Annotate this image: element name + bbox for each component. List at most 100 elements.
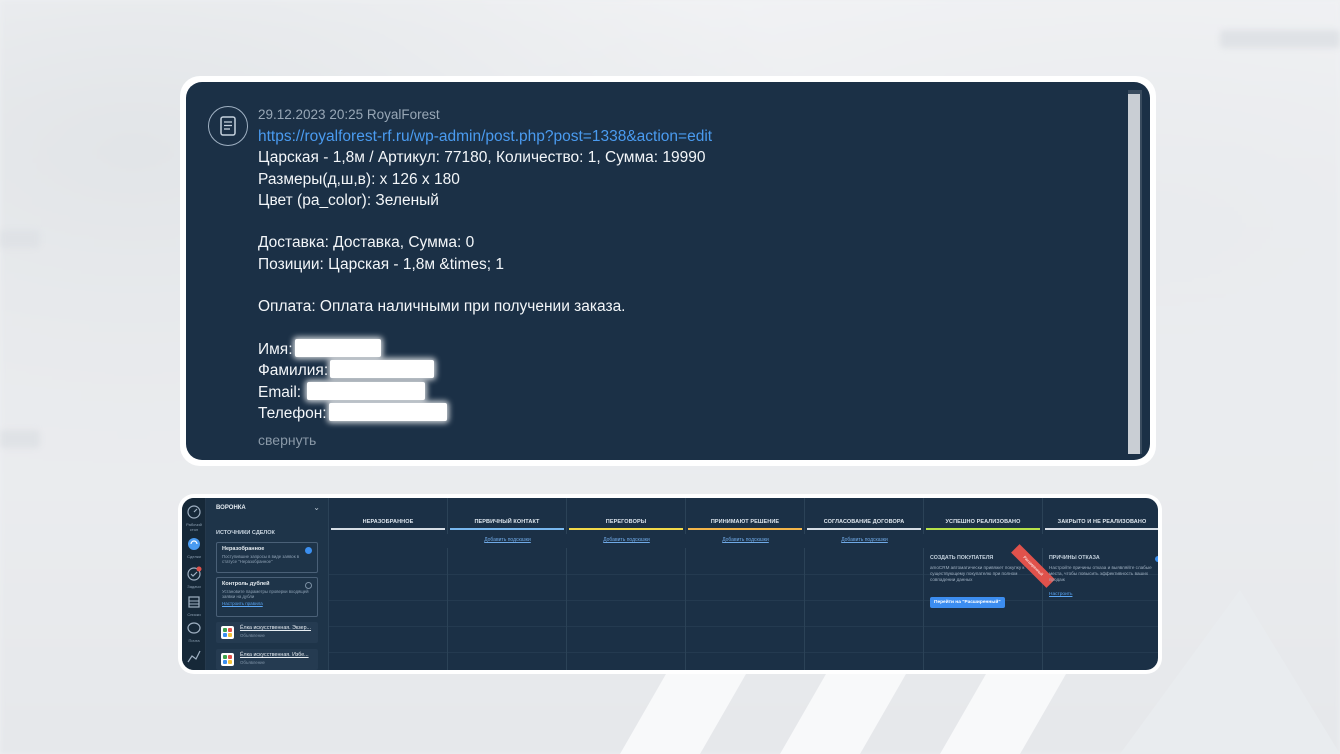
- chevron-down-icon[interactable]: ⌄: [313, 503, 320, 512]
- column-name: ЗАКРЫТО И НЕ РЕАЛИЗОВАНО: [1057, 519, 1147, 525]
- loss-reasons-title: ПРИЧИНЫ ОТКАЗА: [1049, 555, 1100, 561]
- column-color-bar: [1045, 528, 1158, 530]
- row-divider: [567, 574, 685, 575]
- row-divider: [567, 652, 685, 653]
- email-label: Email:: [258, 383, 302, 401]
- row-divider: [329, 652, 447, 653]
- integration-item[interactable]: Ёлка искусственная. Экзер... Объявление: [216, 622, 318, 643]
- dashboard-icon[interactable]: [186, 504, 202, 520]
- funnel-title: ВОРОНКА: [216, 505, 246, 511]
- collapse-link[interactable]: свернуть: [258, 430, 316, 451]
- dupes-box[interactable]: Контроль дублей Установите параметры про…: [216, 577, 318, 617]
- row-divider: [686, 574, 804, 575]
- rail-label: Задачи: [187, 584, 201, 589]
- unsorted-box[interactable]: Неразобранное Поступившие запросы в виде…: [216, 542, 318, 573]
- row-divider: [686, 600, 804, 601]
- order-line-color: Цвет (pa_color): Зеленый: [258, 191, 439, 209]
- rail-label: Почта: [188, 638, 200, 643]
- app-icon: [221, 626, 234, 639]
- phone-label: Телефон:: [258, 404, 327, 422]
- unsorted-title: Неразобранное: [222, 546, 265, 552]
- integration-title: Ёлка искусственная. Экзер...: [240, 625, 311, 631]
- integration-item[interactable]: Ёлка искусственная. Избе... Объявление: [216, 649, 318, 670]
- column-name: УСПЕШНО РЕАЛИЗОВАНО: [945, 519, 1021, 525]
- mail-icon[interactable]: [186, 620, 202, 636]
- customer-email-row: Email:: [258, 381, 1110, 403]
- left-nav-rail: Рабочий стол Сделки Задачи Списки Почта: [182, 498, 206, 670]
- unsorted-desc: Поступившие запросы в виде заявок в стат…: [222, 554, 300, 564]
- tasks-icon[interactable]: [186, 566, 202, 582]
- pipeline-column-header[interactable]: НЕРАЗОБРАННОЕ: [329, 498, 448, 534]
- row-divider: [686, 626, 804, 627]
- dupes-toggle[interactable]: [305, 582, 312, 589]
- bg-blur-line: [0, 430, 40, 448]
- crm-panel: Рабочий стол Сделки Задачи Списки Почта …: [182, 498, 1158, 670]
- upgrade-button[interactable]: Перейти на "Расширенный": [930, 597, 1005, 608]
- column-color-bar: [331, 528, 445, 530]
- dupes-settings-link[interactable]: Настроить правила: [222, 601, 312, 606]
- bg-blur-line: [0, 230, 40, 248]
- order-line-delivery: Доставка: Доставка, Сумма: 0: [258, 234, 475, 252]
- row-divider: [924, 652, 1042, 653]
- customer-phone-row: Телефон:: [258, 402, 1110, 424]
- deals-icon[interactable]: [186, 536, 202, 552]
- lists-icon[interactable]: [186, 594, 202, 610]
- add-hints-link[interactable]: Добавить подсказки: [448, 537, 567, 543]
- row-divider: [448, 600, 566, 601]
- status-dot: [1155, 556, 1158, 562]
- order-line-product: Царская - 1,8м / Артикул: 77180, Количес…: [258, 149, 706, 167]
- message-card: 29.12.2023 20:25 RoyalForest https://roy…: [180, 76, 1156, 466]
- customer-surname-row: Фамилия:: [258, 360, 1110, 381]
- row-divider: [1043, 600, 1158, 601]
- row-divider: [1043, 652, 1158, 653]
- add-hints-wrap: Добавить подсказки: [805, 498, 924, 543]
- app-icon: [221, 653, 234, 666]
- rail-label: Рабочий стол: [186, 522, 202, 532]
- pipeline-column-header[interactable]: ЗАКРЫТО И НЕ РЕАЛИЗОВАНО: [1043, 498, 1158, 534]
- pipeline-column-body[interactable]: [805, 548, 924, 670]
- row-divider: [805, 600, 923, 601]
- row-divider: [448, 652, 566, 653]
- document-icon: [208, 106, 248, 146]
- row-divider: [567, 600, 685, 601]
- create-buyer-text: amoCRM автоматически привяжет покупку к …: [930, 565, 1025, 582]
- order-link[interactable]: https://royalforest-rf.ru/wp-admin/post.…: [258, 126, 1110, 147]
- add-hints-wrap: Добавить подсказки: [448, 498, 567, 543]
- order-line-payment: Оплата: Оплата наличными при получении з…: [258, 298, 626, 316]
- integration-title: Ёлка искусственная. Избе...: [240, 652, 309, 658]
- add-hints-link[interactable]: Добавить подсказки: [805, 537, 924, 543]
- crm-card: Рабочий стол Сделки Задачи Списки Почта …: [178, 494, 1162, 674]
- pipeline-column-body[interactable]: [448, 548, 567, 670]
- pipeline-board: НЕРАЗОБРАННОЕ ПЕРВИЧНЫЙ КОНТАКТ Добавить п…: [329, 498, 1158, 670]
- integration-sub: Объявление: [240, 660, 265, 665]
- dupes-desc: Установите параметры проверки входящей з…: [222, 589, 309, 599]
- pipeline-column-body[interactable]: [686, 548, 805, 670]
- row-divider: [448, 574, 566, 575]
- message-body: 29.12.2023 20:25 RoyalForest https://roy…: [258, 106, 1110, 451]
- loss-reasons-link[interactable]: Настроить: [1049, 592, 1072, 597]
- row-divider: [924, 626, 1042, 627]
- add-hints-link[interactable]: Добавить подсказки: [686, 537, 805, 543]
- row-divider: [686, 652, 804, 653]
- add-hints-link[interactable]: Добавить подсказки: [567, 537, 686, 543]
- pipeline-column-header[interactable]: УСПЕШНО РЕАЛИЗОВАНО: [924, 498, 1043, 534]
- sources-title: ИСТОЧНИКИ СДЕЛОК: [216, 530, 275, 536]
- unsorted-toggle[interactable]: [305, 547, 312, 554]
- create-buyer-title: СОЗДАТЬ ПОКУПАТЕЛЯ: [930, 555, 994, 561]
- redacted-block: [328, 402, 447, 421]
- pipeline-column-body[interactable]: [567, 548, 686, 670]
- row-divider: [567, 626, 685, 627]
- row-divider: [1043, 626, 1158, 627]
- loss-reasons-text: Настройте причины отказа и выявляйте сла…: [1049, 565, 1152, 582]
- order-line-items: Позиции: Царская - 1,8м &times; 1: [258, 255, 504, 273]
- customer-name-row: Имя:: [258, 338, 1110, 360]
- row-divider: [448, 626, 566, 627]
- rail-label: Сделки: [187, 554, 201, 559]
- row-divider: [805, 574, 923, 575]
- pipeline-column-body[interactable]: [329, 548, 448, 670]
- stats-icon[interactable]: [186, 648, 202, 664]
- column-color-bar: [926, 528, 1040, 530]
- row-divider: [329, 626, 447, 627]
- scrollbar-thumb[interactable]: [1128, 94, 1140, 454]
- redacted-block: [307, 381, 426, 400]
